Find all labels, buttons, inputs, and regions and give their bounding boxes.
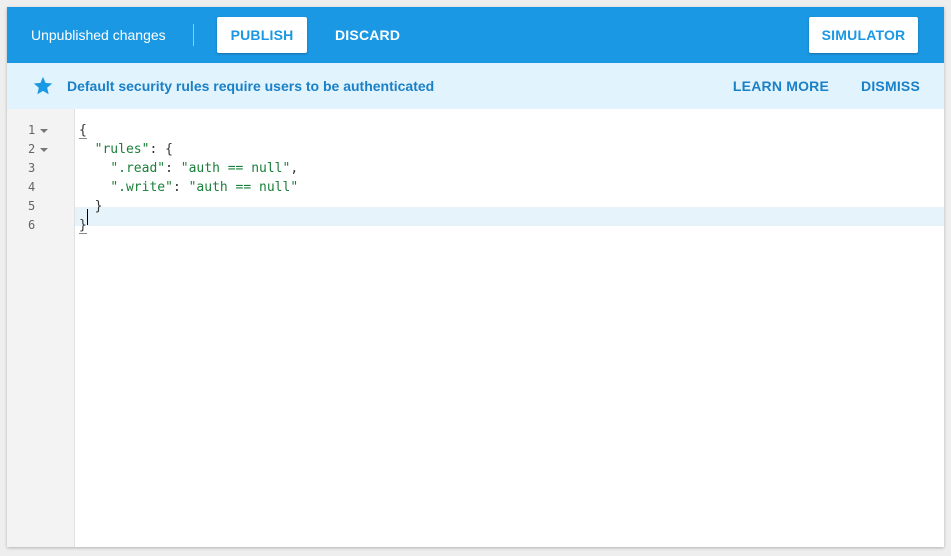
line-number-text: 5	[28, 199, 36, 213]
code-punct: :	[165, 161, 181, 176]
line-number-text: 4	[28, 180, 36, 194]
line-number: 5	[28, 197, 35, 216]
code-line[interactable]: ".read": "auth == null",	[79, 159, 298, 178]
write-key: ".write"	[110, 180, 173, 195]
line-number: 6	[28, 216, 35, 235]
star-icon	[32, 75, 54, 97]
code-line[interactable]: ".write": "auth == null"	[79, 178, 298, 197]
line-number-text: 2	[28, 142, 36, 156]
banner-message: Default security rules require users to …	[67, 78, 435, 94]
fold-arrow-icon[interactable]	[40, 128, 49, 133]
code-line[interactable]: {	[79, 121, 87, 140]
code-brace: }	[94, 199, 103, 214]
write-value: "auth == null"	[188, 180, 299, 195]
rules-key: "rules"	[94, 142, 150, 157]
unpublished-status: Unpublished changes	[31, 27, 166, 43]
fold-arrow-icon[interactable]	[40, 147, 49, 152]
code-brace: {	[79, 123, 87, 139]
code-punct: : {	[149, 142, 173, 157]
read-value: "auth == null"	[180, 161, 291, 176]
security-banner: Default security rules require users to …	[7, 63, 944, 109]
line-number-gutter: 1 2 3 4 5 6	[7, 109, 75, 547]
code-line[interactable]: "rules": {	[79, 140, 173, 159]
line-number: 1	[28, 121, 49, 140]
code-brace: }	[79, 218, 87, 234]
active-line-highlight	[75, 207, 944, 226]
line-number: 2	[28, 140, 49, 159]
code-punct: ,	[290, 161, 299, 176]
banner-actions: LEARN MORE DISMISS	[711, 63, 930, 109]
learn-more-button[interactable]: LEARN MORE	[723, 78, 839, 94]
read-key: ".read"	[110, 161, 166, 176]
dismiss-button[interactable]: DISMISS	[851, 78, 930, 94]
line-number-text: 6	[28, 218, 36, 232]
publish-button[interactable]: PUBLISH	[217, 17, 307, 53]
code-editor[interactable]: 1 2 3 4 5 6 { "rules": { ".read": "auth …	[7, 109, 944, 547]
toolbar: Unpublished changes PUBLISH DISCARD SIMU…	[7, 7, 944, 63]
code-line[interactable]: }	[79, 197, 103, 216]
text-cursor	[87, 209, 88, 225]
code-line[interactable]: }	[79, 216, 87, 235]
line-number: 4	[28, 178, 35, 197]
toolbar-divider	[193, 24, 194, 46]
simulator-button[interactable]: SIMULATOR	[809, 17, 918, 53]
line-number-text: 3	[28, 161, 36, 175]
line-number: 3	[28, 159, 35, 178]
code-punct: :	[172, 180, 189, 195]
rules-editor-panel: Unpublished changes PUBLISH DISCARD SIMU…	[7, 7, 944, 547]
line-number-text: 1	[28, 123, 36, 137]
discard-button[interactable]: DISCARD	[325, 17, 410, 53]
